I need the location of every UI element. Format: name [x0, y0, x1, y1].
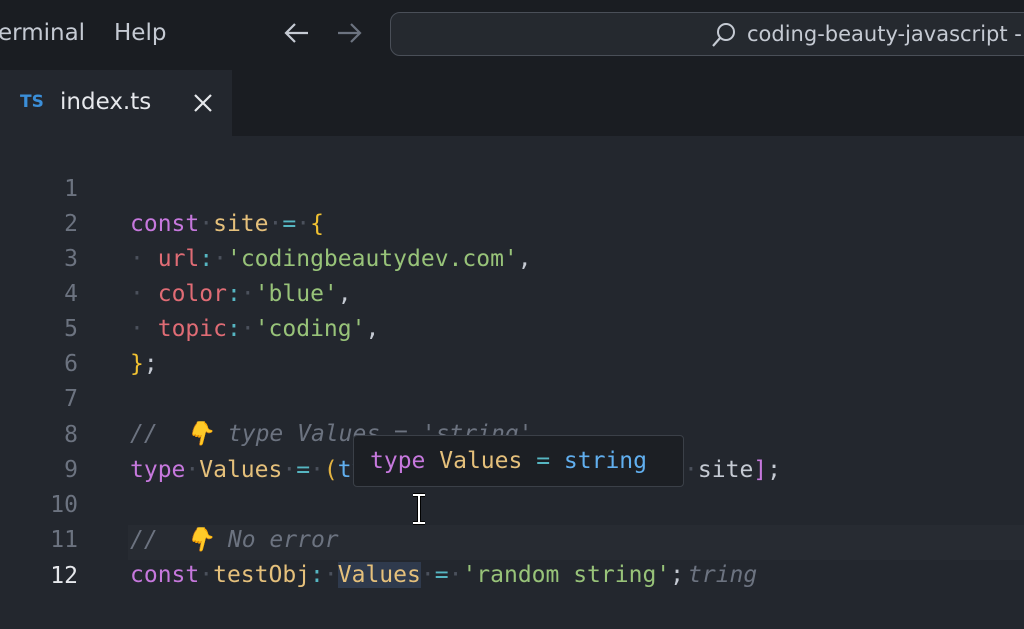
code-line: 3 · color:·'blue', [0, 207, 1024, 307]
command-center-search[interactable]: coding-beauty-javascript - [390, 12, 1024, 56]
text-cursor-icon [413, 493, 425, 525]
search-icon [712, 23, 735, 47]
code-line: 2 · url:·'codingbeautydev.com', [0, 172, 1024, 272]
line-number-active: 12 [50, 563, 78, 589]
code-line: 1 const·site·=·{ [0, 137, 1024, 237]
code-line: 4 · topic:·'coding', [0, 242, 1024, 342]
code-editor[interactable]: 1 const·site·=·{ 2 · url:·'codingbeautyd… [0, 136, 1024, 625]
code-line: 6 [0, 312, 1024, 377]
tab-strip: TS index.ts [0, 70, 1024, 136]
typescript-file-icon: TS [20, 92, 44, 112]
tab-label: index.ts [60, 89, 152, 115]
code-line: 8 type·Values·=·(typeof·site)[keyof·type… [0, 383, 1024, 483]
forward-arrow-icon[interactable] [334, 18, 364, 48]
menu-help[interactable]: Help [114, 20, 166, 46]
comment-tail: tring [688, 562, 758, 588]
close-icon[interactable] [190, 90, 216, 116]
code-line: 5 }; [0, 277, 1024, 377]
hovered-token[interactable]: Values [337, 562, 421, 588]
code-line: 12 [0, 524, 1024, 589]
search-text: coding-beauty-javascript - [747, 22, 1022, 46]
code-line: 7 // 👇 type Values = 'string' [0, 347, 1024, 447]
code-line: 11 const·testObj:·Values·=·'random strin… [0, 488, 1024, 588]
title-bar: erminal Help coding-beauty-javascript - [0, 0, 1024, 70]
tab-index-ts[interactable]: TS index.ts [0, 70, 232, 136]
menu-terminal[interactable]: erminal [0, 20, 85, 46]
back-arrow-icon[interactable] [282, 18, 312, 48]
hover-tooltip: type Values = string [353, 435, 684, 487]
